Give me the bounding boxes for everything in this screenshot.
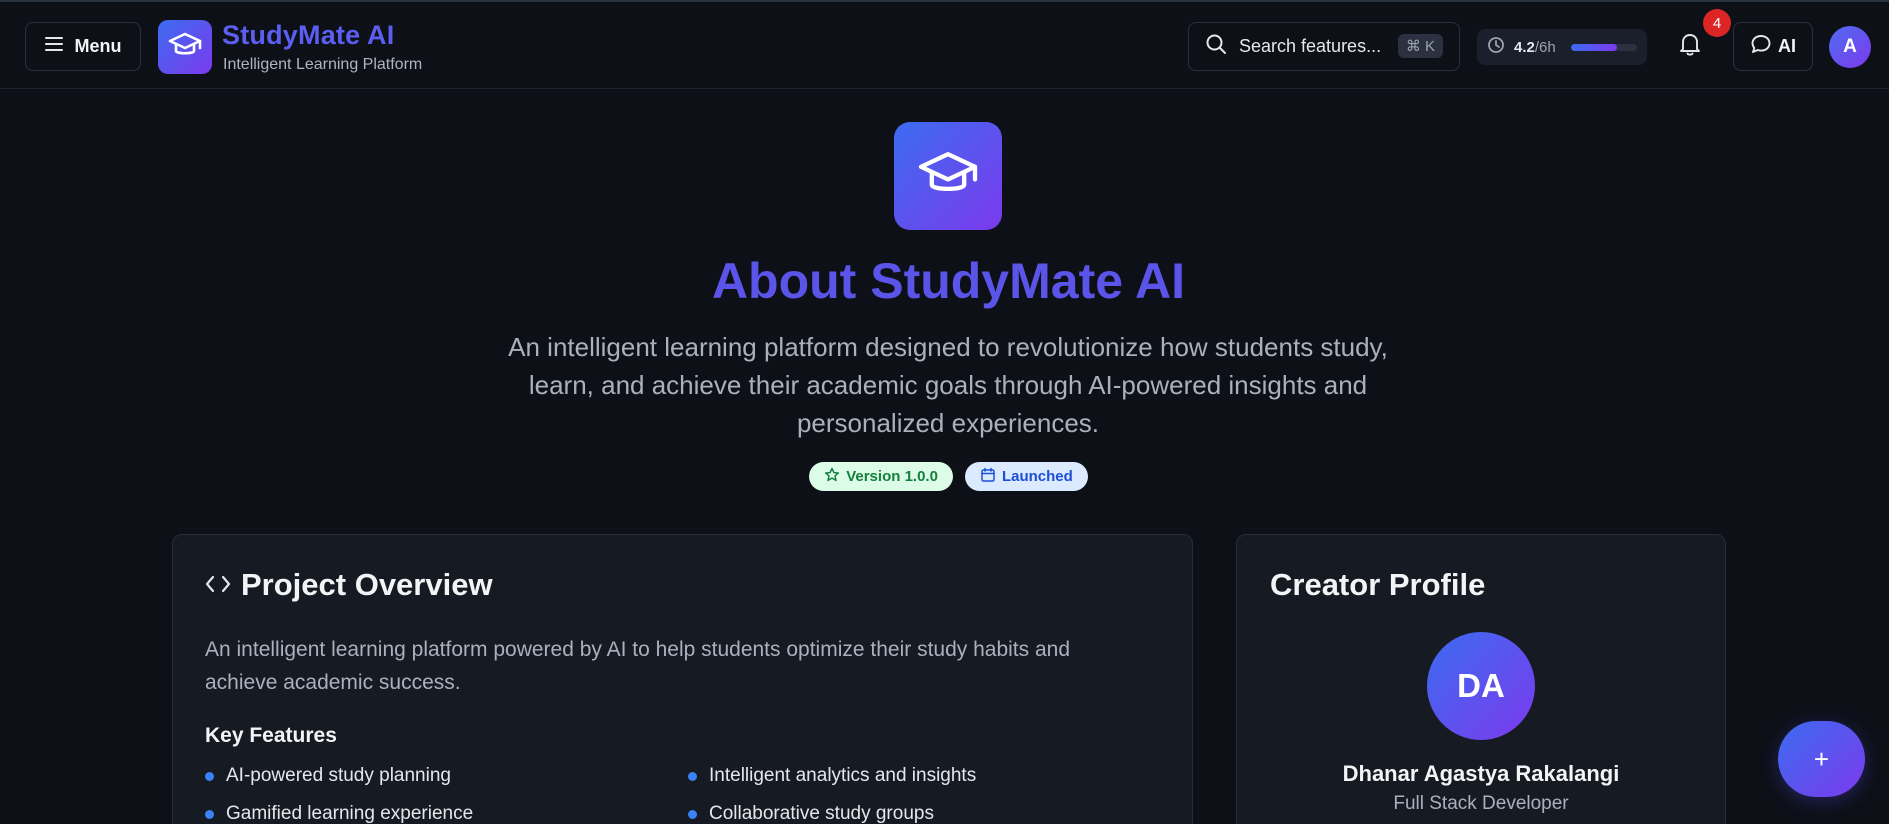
user-avatar[interactable]: A <box>1829 26 1871 68</box>
feature-item: Intelligent analytics and insights <box>688 765 976 787</box>
version-badge: Version 1.0.0 <box>809 462 953 491</box>
ai-assistant-button[interactable]: AI <box>1733 22 1813 71</box>
brand-logo[interactable] <box>158 20 212 74</box>
project-overview-heading: Project Overview <box>205 567 493 603</box>
search-placeholder: Search features... <box>1239 36 1382 56</box>
creator-profile-card: Creator Profile DA Dhanar Agastya Rakala… <box>1236 534 1726 824</box>
project-overview-description: An intelligent learning platform powered… <box>205 638 1071 694</box>
bullet-dot <box>205 771 214 781</box>
study-hours-value: 4.2 <box>1514 38 1535 56</box>
brand-tagline: Intelligent Learning Platform <box>223 56 423 73</box>
search-icon <box>1205 33 1227 60</box>
ai-label: AI <box>1778 36 1796 56</box>
notifications-button[interactable] <box>1672 28 1708 64</box>
bullet-dot <box>688 771 697 781</box>
version-label: Version 1.0.0 <box>846 468 938 485</box>
bullet-dot <box>688 809 697 819</box>
study-progress-fill <box>1570 43 1617 51</box>
page-description: An intelligent learning platform designe… <box>508 332 1388 438</box>
bullet-dot <box>205 809 214 819</box>
hero-logo <box>894 122 1002 230</box>
menu-label: Menu <box>74 36 122 56</box>
search-input[interactable]: Search features... ⌘ K <box>1188 22 1460 71</box>
calendar-icon <box>980 467 996 487</box>
graduation-cap-icon <box>916 147 980 206</box>
clock-icon <box>1487 36 1505 58</box>
brand-name[interactable]: StudyMate AI <box>222 20 394 51</box>
project-overview-card: Project Overview An intelligent learning… <box>172 534 1193 824</box>
hero-badges: Version 1.0.0 Launched <box>0 462 1889 491</box>
top-navigation-bar: Menu StudyMate AI Intelligent Learning P… <box>0 0 1889 89</box>
project-overview-title: Project Overview <box>241 567 493 602</box>
creator-profile-title: Creator Profile <box>1270 567 1486 602</box>
key-features-heading: Key Features <box>205 724 337 747</box>
study-time-tracker[interactable]: 4.2/6h <box>1477 29 1647 65</box>
graduation-cap-icon <box>168 30 202 65</box>
creator-name: Dhanar Agastya Rakalangi <box>1342 761 1620 786</box>
page-title: About StudyMate AI <box>711 253 1186 309</box>
plus-icon: + <box>1813 743 1830 774</box>
chat-bubble-icon <box>1750 33 1772 60</box>
study-progress-bar <box>1570 43 1637 51</box>
creator-role: Full Stack Developer <box>1393 793 1569 814</box>
notification-count-badge: 4 <box>1703 9 1731 37</box>
feature-item: Gamified learning experience <box>205 803 473 824</box>
code-icon <box>205 567 231 603</box>
menu-button[interactable]: Menu <box>25 22 141 71</box>
study-hours-goal: /6h <box>1534 38 1556 56</box>
floating-add-button[interactable]: + <box>1778 721 1865 797</box>
launch-status-label: Launched <box>1001 468 1073 485</box>
star-icon <box>824 467 840 487</box>
search-shortcut-hint: ⌘ K <box>1397 34 1443 58</box>
feature-item: Collaborative study groups <box>688 803 934 824</box>
feature-item: AI-powered study planning <box>205 765 451 787</box>
hamburger-icon <box>44 36 63 57</box>
creator-avatar: DA <box>1427 632 1535 740</box>
launch-status-badge: Launched <box>964 462 1088 491</box>
bell-icon <box>1679 32 1701 61</box>
